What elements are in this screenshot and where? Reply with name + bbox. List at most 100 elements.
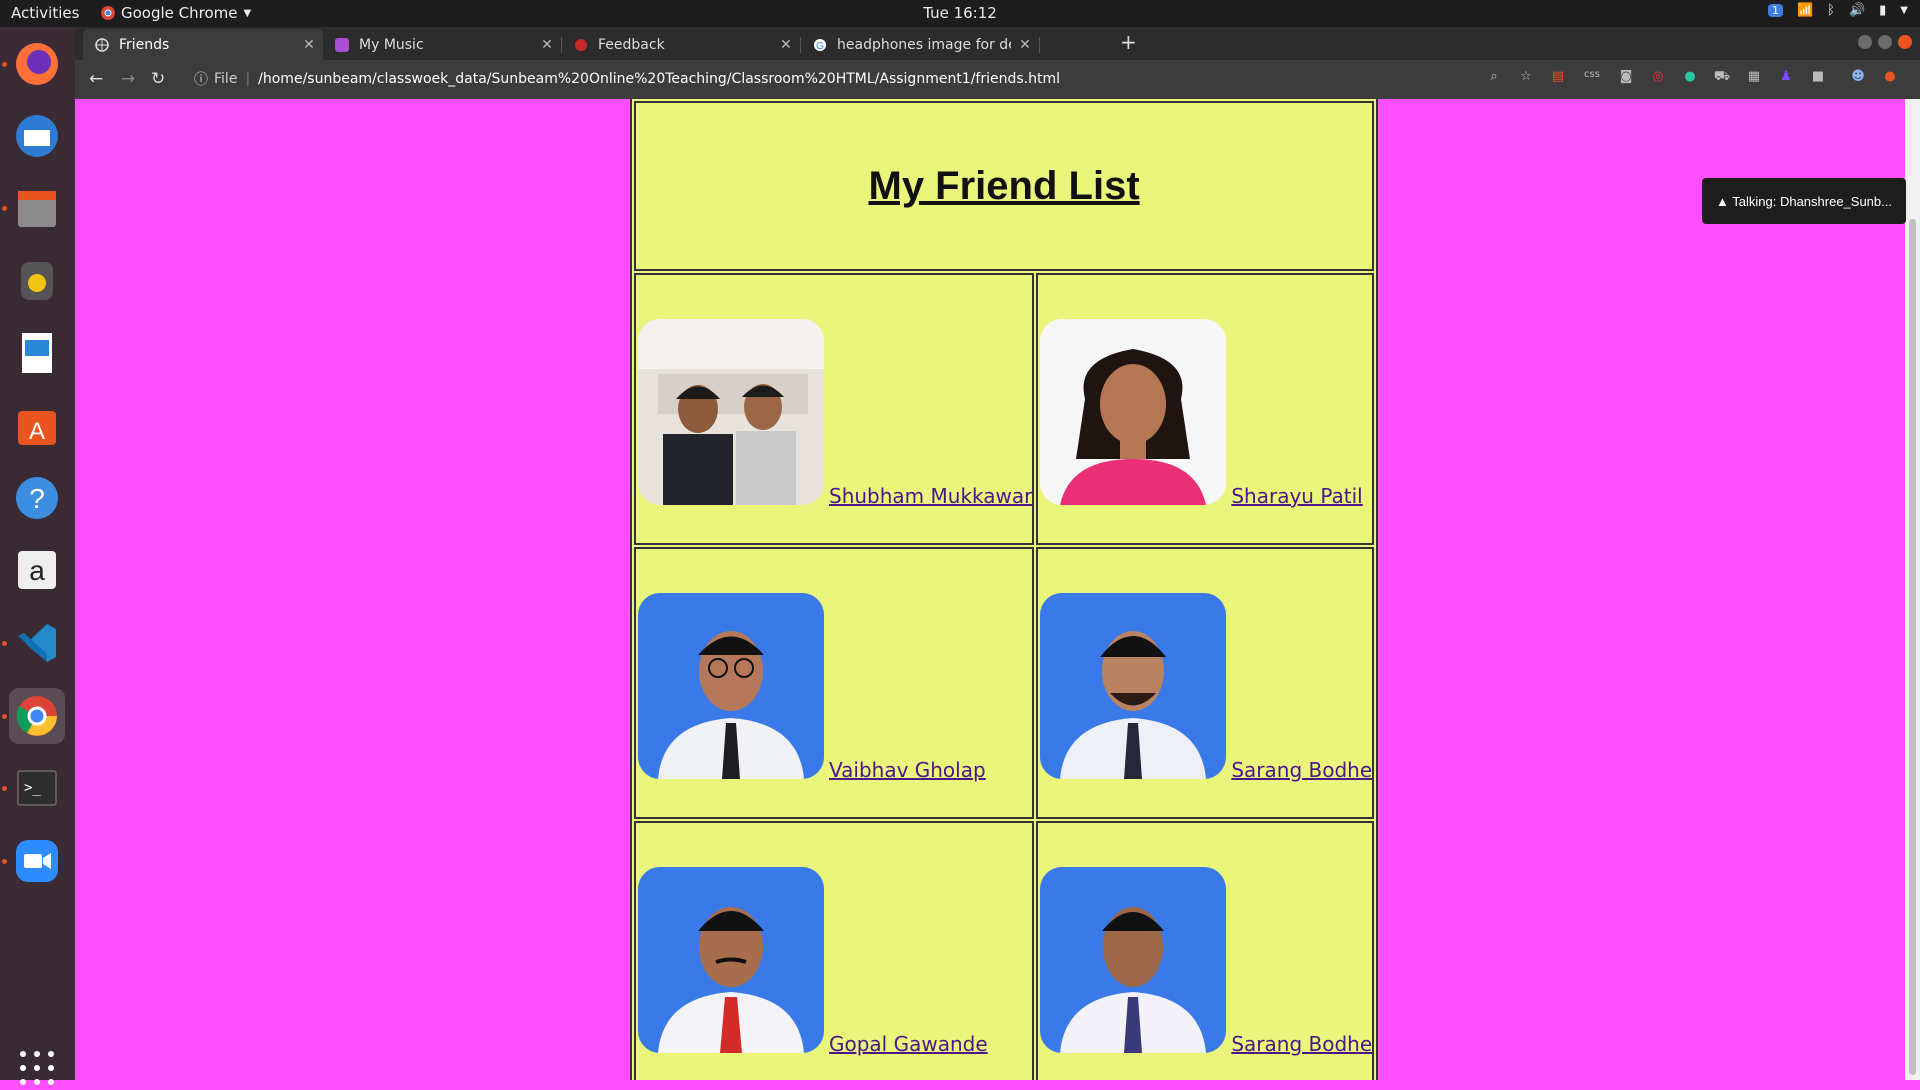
tab-title: Friends	[119, 36, 170, 53]
friend-photo[interactable]	[638, 319, 824, 505]
close-tab-icon[interactable]: ✕	[533, 37, 561, 53]
friend-photo[interactable]	[1040, 593, 1227, 779]
browser-toolbar: ← → ↻ ⓘ File | /home/sunbeam/classwoek_d…	[75, 60, 1920, 99]
url-separator: |	[245, 71, 251, 87]
running-indicator	[2, 62, 7, 67]
terminal-icon[interactable]: >_	[9, 760, 65, 816]
svg-text:a: a	[29, 555, 45, 586]
friend-name-link[interactable]: Vaibhav Gholap	[829, 758, 986, 782]
running-indicator	[2, 206, 7, 211]
svg-text:G: G	[816, 41, 824, 52]
friend-name-link[interactable]: Gopal Gawande	[829, 1032, 988, 1056]
battery-icon[interactable]: ▮	[1879, 3, 1886, 18]
info-icon[interactable]: ⓘ	[194, 69, 208, 89]
notification-count: 1	[1771, 4, 1779, 17]
friend-name-link[interactable]: Sarang Bodhe	[1231, 1032, 1372, 1056]
running-indicator	[2, 641, 7, 646]
scrollbar-thumb[interactable]	[1909, 219, 1916, 1075]
minimize-button[interactable]	[1858, 35, 1872, 49]
dark-ext-icon[interactable]: ■	[1809, 69, 1827, 87]
ghostery-ext-icon[interactable]: ◎	[1649, 69, 1667, 87]
ubuntu-software-icon[interactable]: A	[9, 398, 65, 454]
dock: A ? a >_	[0, 27, 75, 1085]
talking-label: ▲ Talking: Dhanshree_Sunb...	[1716, 193, 1892, 209]
tab-separator	[1039, 37, 1040, 53]
files-icon[interactable]	[9, 180, 65, 236]
volume-icon[interactable]: 🔊	[1849, 3, 1865, 18]
address-bar[interactable]: ⓘ File | /home/sunbeam/classwoek_data/Su…	[190, 64, 1550, 94]
wifi-icon[interactable]: 📶	[1797, 3, 1813, 18]
tab-feedback[interactable]: Feedback ✕	[562, 29, 800, 60]
svg-text:>_: >_	[24, 780, 41, 796]
tab-my-music[interactable]: My Music ✕	[323, 29, 561, 60]
window-ext-icon[interactable]: ▦	[1745, 69, 1763, 87]
bookmark-ext-icon[interactable]: ▤	[1549, 69, 1567, 87]
help-icon[interactable]: ?	[9, 470, 65, 526]
window-controls	[1858, 35, 1912, 49]
close-window-button[interactable]	[1898, 35, 1912, 49]
mendeley-ext-icon[interactable]: ●	[1681, 69, 1699, 87]
chrome-dock-icon[interactable]	[9, 688, 65, 744]
page-scrollbar[interactable]	[1905, 99, 1920, 1080]
new-tab-button[interactable]: +	[1120, 30, 1137, 54]
users-ext-icon[interactable]: ♟	[1777, 69, 1795, 87]
css-ext-icon[interactable]: css	[1581, 69, 1603, 87]
update-icon[interactable]: ●	[1881, 69, 1899, 87]
close-tab-icon[interactable]: ✕	[1011, 37, 1039, 53]
app-menu[interactable]: Google Chrome ▼	[101, 4, 251, 22]
friend-photo[interactable]	[638, 593, 824, 779]
zoom-talking-indicator: ▲ Talking: Dhanshree_Sunb...	[1702, 178, 1906, 224]
back-button[interactable]: ←	[89, 69, 103, 89]
writer-icon[interactable]	[9, 325, 65, 381]
friend-photo[interactable]	[1040, 867, 1227, 1053]
zoom-app-icon[interactable]	[9, 833, 65, 889]
app-menu-label: Google Chrome	[121, 4, 238, 22]
friend-photo[interactable]	[638, 867, 824, 1053]
friend-cell: Sharayu Patil	[1036, 273, 1375, 545]
clock[interactable]: Tue 16:12	[923, 4, 997, 22]
forward-button[interactable]: →	[121, 69, 135, 89]
rhythmbox-icon[interactable]	[9, 253, 65, 309]
url-text[interactable]: /home/sunbeam/classwoek_data/Sunbeam%20O…	[258, 71, 1060, 87]
friend-name-link[interactable]: Sarang Bodhe	[1231, 758, 1372, 782]
amazon-icon[interactable]: a	[9, 542, 65, 598]
system-menu-chevron-icon[interactable]: ▼	[1900, 5, 1908, 16]
friend-name-link[interactable]: Shubham Mukkawar	[829, 484, 1032, 508]
friend-cell: Sarang Bodhe	[1036, 821, 1375, 1080]
close-tab-icon[interactable]: ✕	[295, 37, 323, 53]
chevron-down-icon: ▼	[243, 7, 252, 19]
vscode-icon[interactable]	[9, 615, 65, 671]
notification-badge[interactable]: 1	[1767, 4, 1783, 17]
tab-title: My Music	[359, 36, 424, 53]
friend-photo[interactable]	[1040, 319, 1227, 505]
zoom-icon[interactable]: ⌕	[1485, 69, 1503, 87]
page-title: My Friend List	[868, 163, 1140, 208]
tab-friends[interactable]: Friends ✕	[83, 29, 323, 60]
google-icon: G	[814, 38, 826, 52]
friend-table: My Friend List Shubham Mukkawar Sharayu …	[630, 99, 1379, 1080]
running-indicator	[2, 786, 7, 791]
cart-ext-icon[interactable]: ⛟	[1713, 69, 1731, 87]
star-icon[interactable]: ☆	[1517, 69, 1535, 87]
maximize-button[interactable]	[1878, 35, 1892, 49]
profile-icon[interactable]: ☻	[1849, 69, 1867, 87]
friend-cell: Shubham Mukkawar	[634, 273, 1035, 545]
friend-cell: Sarang Bodhe	[1036, 547, 1375, 819]
bluetooth-icon[interactable]: ᛒ	[1827, 3, 1835, 18]
camera-ext-icon[interactable]: ◙	[1617, 69, 1635, 87]
chrome-icon	[101, 6, 115, 20]
reload-button[interactable]: ↻	[151, 69, 165, 89]
firefox-icon[interactable]	[9, 36, 65, 92]
friend-name-link[interactable]: Sharayu Patil	[1231, 484, 1362, 508]
thunderbird-icon[interactable]	[9, 108, 65, 164]
scheme-label: File	[214, 71, 238, 87]
show-applications-icon[interactable]	[19, 1050, 55, 1090]
svg-text:?: ?	[29, 483, 45, 514]
tab-headphones[interactable]: G headphones image for de ✕	[801, 29, 1039, 60]
svg-text:A: A	[29, 418, 45, 445]
close-tab-icon[interactable]: ✕	[772, 37, 800, 53]
activities-button[interactable]: Activities	[11, 4, 79, 22]
title-cell: My Friend List	[634, 101, 1375, 271]
page-viewport: My Friend List Shubham Mukkawar Sharayu …	[75, 99, 1905, 1080]
globe-icon	[95, 37, 109, 52]
